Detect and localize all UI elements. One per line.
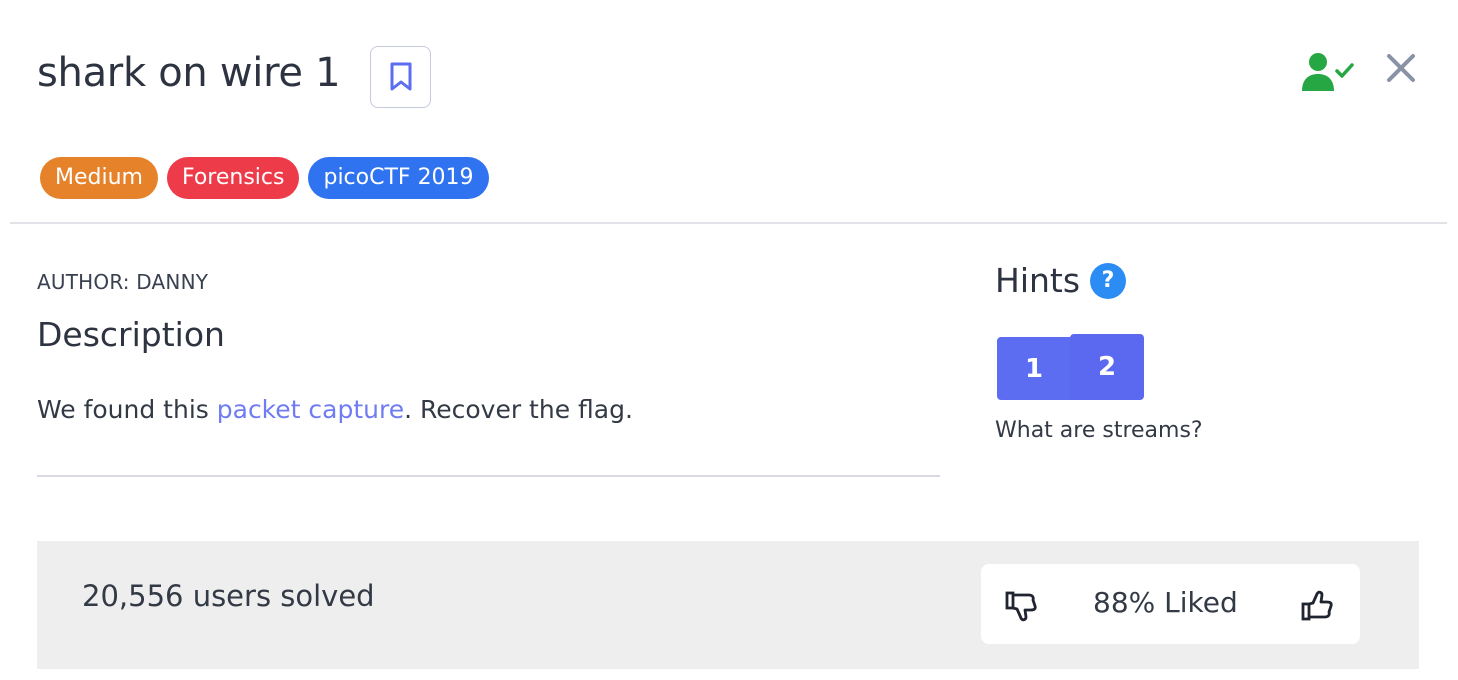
description-text-before: We found this — [37, 395, 217, 424]
tag-event[interactable]: picoCTF 2019 — [308, 157, 489, 199]
description-divider — [37, 475, 940, 477]
hint-tabs: 1 2 — [997, 334, 1144, 400]
close-icon[interactable] — [1383, 50, 1419, 86]
solved-count: 20,556 users solved — [82, 579, 375, 613]
hint-tab-2[interactable]: 2 — [1070, 334, 1144, 400]
header-divider — [10, 222, 1447, 224]
description-text-after: . Recover the flag. — [404, 395, 633, 424]
hint-content: What are streams? — [995, 418, 1203, 443]
tag-difficulty[interactable]: Medium — [40, 157, 158, 199]
hint-tab-1[interactable]: 1 — [997, 337, 1071, 400]
user-check-icon[interactable] — [1300, 51, 1354, 93]
description-heading: Description — [37, 315, 225, 354]
hints-heading: Hints ? — [995, 261, 1127, 300]
description-text: We found this packet capture. Recover th… — [37, 395, 633, 424]
thumbs-down-icon[interactable] — [1005, 588, 1041, 624]
thumbs-up-icon[interactable] — [1301, 588, 1337, 624]
hints-title: Hints — [995, 261, 1081, 300]
help-icon[interactable]: ? — [1090, 262, 1127, 299]
rating-box: 88% Liked — [981, 564, 1360, 644]
bookmark-button[interactable] — [370, 46, 431, 108]
tag-list: Medium Forensics picoCTF 2019 — [40, 157, 489, 199]
packet-capture-link[interactable]: packet capture — [217, 395, 404, 424]
challenge-title: shark on wire 1 — [37, 50, 341, 96]
liked-percentage: 88% Liked — [1093, 586, 1238, 619]
stats-footer: 20,556 users solved 88% Liked — [37, 541, 1419, 669]
bookmark-icon — [390, 62, 411, 91]
challenge-panel: shark on wire 1 Medium Forensics picoCTF… — [0, 0, 1458, 680]
author-label: AUTHOR: DANNY — [37, 270, 209, 294]
tag-category[interactable]: Forensics — [166, 157, 300, 199]
